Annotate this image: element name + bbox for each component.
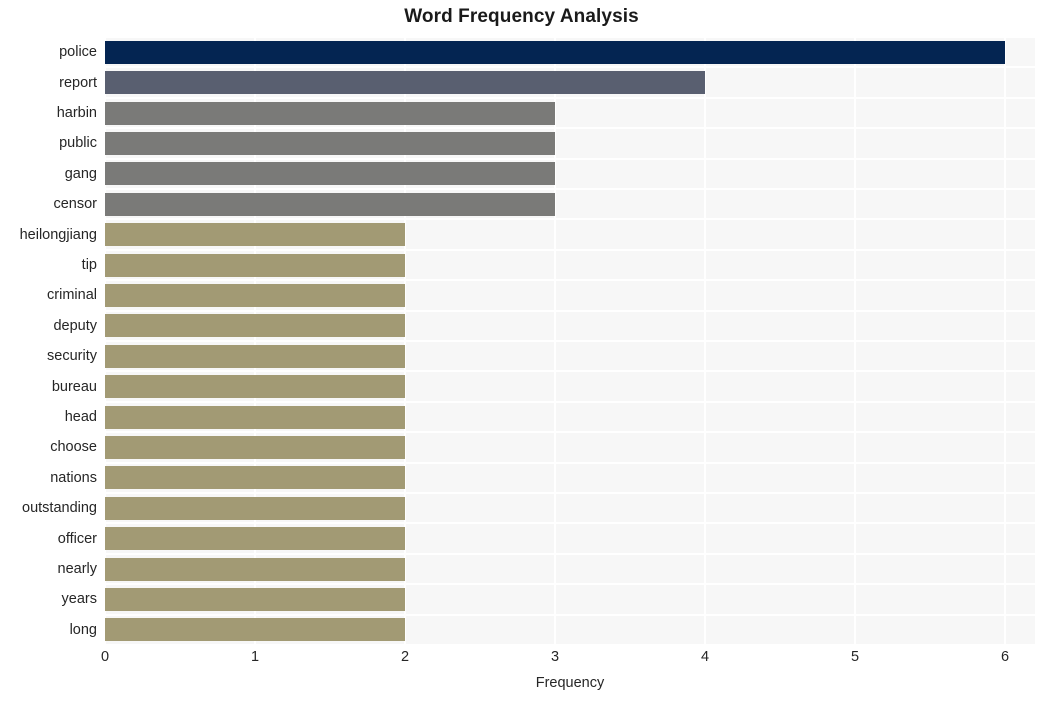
y-axis-tick-label: officer [57,530,97,547]
bar [105,344,405,368]
y-axis-tick-label: public [59,135,97,152]
word-frequency-chart: Word Frequency Analysis police report harb… [0,0,1043,701]
gridline-horizontal [105,522,1035,525]
y-axis-tick-label: police [59,44,97,61]
bar [105,618,405,642]
gridline-horizontal [105,309,1035,312]
gridline-horizontal [105,431,1035,434]
bar [105,587,405,611]
gridline-horizontal [105,552,1035,555]
gridline-horizontal [105,127,1035,130]
y-axis-tick-label: long [69,621,97,638]
y-axis-tick-label: nearly [57,561,98,577]
gridline-horizontal [105,279,1035,282]
bar [105,466,405,490]
x-axis-tick-label: 1 [250,649,260,665]
x-axis-tick-label: 2 [400,649,410,665]
y-axis-tick-label: deputy [53,317,97,334]
y-axis-tick-label: gang [64,165,97,182]
gridline-horizontal [105,613,1035,616]
y-axis-tick-label: head [64,409,97,425]
gridline-horizontal [105,340,1035,342]
y-axis-tick-label: bureau [51,378,97,395]
y-axis-tick-label: heilongjiang [19,226,97,243]
bar [105,496,405,520]
gridline-horizontal [105,37,1035,38]
gridline-horizontal [105,66,1035,69]
gridline-horizontal [105,96,1035,99]
bar [105,40,1005,64]
y-axis-tick-label: censor [53,196,97,213]
x-axis-tick-label: 0 [100,649,110,665]
y-axis-tick-label: tip [81,257,97,273]
y-axis-labels: police report harbin public gang censor heilon… [0,37,97,645]
bar [105,527,405,551]
bar [105,557,405,581]
bar [105,253,405,277]
bar [105,223,405,247]
chart-title: Word Frequency Analysis [404,6,639,27]
gridline-horizontal [105,644,1035,645]
y-axis-tick-label: nations [50,469,97,486]
bar [105,162,555,186]
plot-area [105,37,1035,645]
bar [105,192,555,216]
gridline-horizontal [105,218,1035,221]
bar [105,131,555,155]
gridline-horizontal [105,583,1035,586]
gridline-horizontal [105,492,1035,494]
bar [105,71,705,95]
x-axis-title: Frequency [535,675,605,691]
x-axis-ticks: 0 1 2 3 4 5 6 [101,649,1035,671]
y-axis-tick-label: criminal [47,287,97,304]
y-axis-tick-label: choose [50,439,97,456]
x-axis-tick-label: 3 [550,649,560,665]
bar [105,405,405,429]
bar [105,101,555,125]
bar [105,435,405,459]
x-axis-tick-label: 4 [700,649,710,665]
x-axis-tick-label: 5 [850,649,860,665]
gridline-horizontal [105,188,1035,190]
gridline-horizontal [105,157,1035,160]
bar [105,375,405,399]
y-axis-tick-label: harbin [56,105,97,121]
y-axis-tick-label: years [61,591,97,608]
bar [105,283,405,307]
y-axis-tick-label: outstanding [22,500,97,517]
gridline-horizontal [105,370,1035,373]
y-axis-tick-label: security [47,348,97,365]
bar [105,314,405,338]
y-axis-tick-label: report [59,74,97,91]
gridline-horizontal [105,400,1035,403]
gridline-horizontal [105,461,1035,464]
x-axis-tick-label: 6 [1000,649,1010,665]
gridline-horizontal [105,248,1035,251]
